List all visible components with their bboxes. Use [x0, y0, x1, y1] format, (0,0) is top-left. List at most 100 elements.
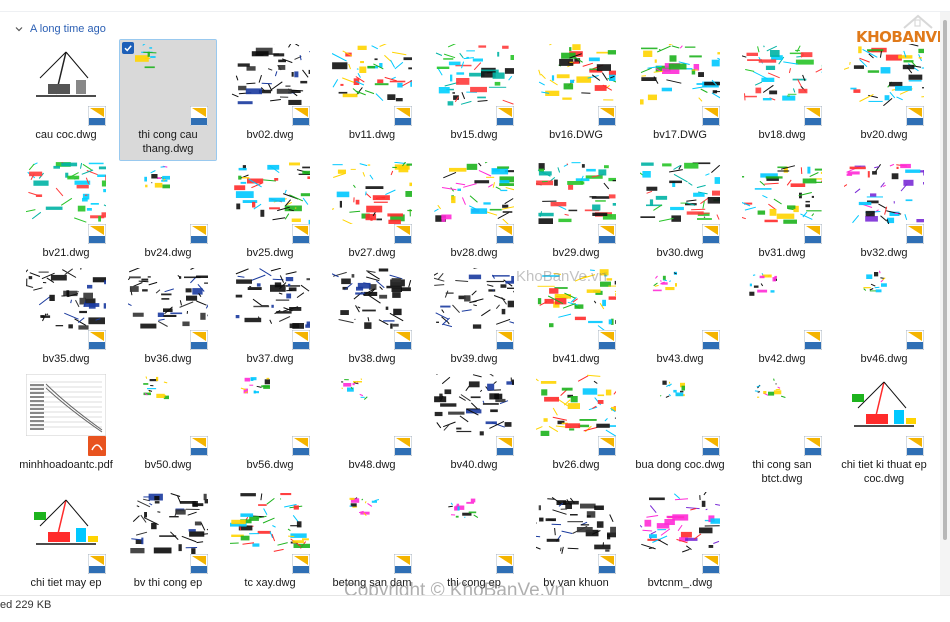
scrollbar-thumb[interactable]	[943, 20, 947, 540]
dwg-file-icon	[496, 106, 514, 126]
vertical-scrollbar[interactable]	[940, 12, 950, 607]
file-item[interactable]: bv27.dwg	[324, 158, 420, 278]
file-name: bv11.dwg	[348, 129, 396, 141]
file-item[interactable]: bv36.dwg	[120, 264, 216, 384]
dwg-thumbnail	[34, 499, 98, 545]
file-item[interactable]: bv48.dwg	[324, 370, 420, 490]
file-item[interactable]: bv21.dwg	[18, 158, 114, 278]
checkmark-icon	[124, 45, 132, 52]
file-item[interactable]: bv20.dwg	[836, 40, 932, 160]
dwg-file-icon	[190, 554, 208, 574]
dwg-thumbnail	[341, 378, 368, 400]
file-name: bv28.dwg	[450, 247, 498, 259]
file-item[interactable]: bv46.dwg	[836, 264, 932, 384]
file-item[interactable]: bv16.DWG	[528, 40, 624, 160]
dwg-thumbnail	[130, 44, 157, 69]
file-name: bv43.dwg	[656, 353, 704, 365]
file-item[interactable]: cau coc.dwg	[18, 40, 114, 160]
dwg-thumbnail	[640, 44, 720, 105]
dwg-file-icon	[394, 330, 412, 350]
dwg-thumbnail	[26, 162, 106, 223]
dwg-file-icon	[906, 436, 924, 456]
dwg-file-icon	[598, 106, 616, 126]
file-name: minhhoadoantc.pdf	[19, 459, 113, 471]
dwg-file-icon	[394, 224, 412, 244]
file-item[interactable]: bv38.dwg	[324, 264, 420, 384]
file-item[interactable]: bv39.dwg	[426, 264, 522, 384]
file-item[interactable]: bv40.dwg	[426, 370, 522, 490]
dwg-file-icon	[394, 554, 412, 574]
dwg-file-icon	[190, 224, 208, 244]
file-name: bv15.dwg	[450, 129, 498, 141]
file-item[interactable]: bv17.DWG	[632, 40, 728, 160]
file-item[interactable]: bv thi cong ep	[120, 488, 216, 608]
file-item[interactable]: bv30.dwg	[632, 158, 728, 278]
status-text: ed 229 KB	[0, 599, 52, 611]
file-item[interactable]: chi tiet ki thuat ep coc.dwg	[836, 370, 932, 490]
file-item[interactable]: bv25.dwg	[222, 158, 318, 278]
file-name: thi cong san btct.dwg	[752, 459, 812, 485]
file-item[interactable]: bv41.dwg	[528, 264, 624, 384]
file-name: bv46.dwg	[860, 353, 908, 365]
file-name: bv41.dwg	[552, 353, 600, 365]
file-item[interactable]: bv26.dwg	[528, 370, 624, 490]
file-item[interactable]: minhhoadoantc.pdf	[18, 370, 114, 490]
group-header-label: A long time ago	[30, 23, 106, 35]
dwg-thumbnail	[538, 44, 616, 101]
file-item[interactable]: bv28.dwg	[426, 158, 522, 278]
file-item[interactable]: bv18.dwg	[734, 40, 830, 160]
dwg-thumbnail	[536, 162, 616, 224]
file-item[interactable]: tc xay.dwg	[222, 488, 318, 608]
dwg-thumbnail	[128, 268, 208, 329]
file-item[interactable]: bv11.dwg	[324, 40, 420, 160]
file-item[interactable]: chi tiet may ep	[18, 488, 114, 608]
file-item[interactable]: bv29.dwg	[528, 158, 624, 278]
file-item[interactable]: bv02.dwg	[222, 40, 318, 160]
dwg-file-icon	[190, 330, 208, 350]
file-name: bv02.dwg	[246, 129, 294, 141]
dwg-file-icon	[906, 106, 924, 126]
dwg-file-icon	[496, 330, 514, 350]
file-item[interactable]: bua dong coc.dwg	[632, 370, 728, 490]
dwg-file-icon	[292, 224, 310, 244]
file-name: bv25.dwg	[246, 247, 294, 259]
dwg-file-icon	[702, 330, 720, 350]
file-name: bv16.DWG	[549, 129, 603, 141]
group-header[interactable]: A long time ago	[14, 22, 106, 36]
dwg-file-icon	[496, 554, 514, 574]
file-item[interactable]: thi cong ep	[426, 488, 522, 608]
file-item[interactable]: bvtcnm_.dwg	[632, 488, 728, 608]
file-item[interactable]: bv37.dwg	[222, 264, 318, 384]
file-item[interactable]: bv31.dwg	[734, 158, 830, 278]
dwg-thumbnail	[852, 381, 916, 427]
file-name: bv21.dwg	[42, 247, 90, 259]
file-item[interactable]: bv56.dwg	[222, 370, 318, 490]
file-item[interactable]: bv24.dwg	[120, 158, 216, 278]
status-bar: ed 229 KB	[0, 595, 950, 622]
file-item[interactable]: bv43.dwg	[632, 264, 728, 384]
chevron-down-icon[interactable]	[14, 24, 24, 34]
dwg-file-icon	[702, 436, 720, 456]
file-name: bv18.dwg	[758, 129, 806, 141]
dwg-file-icon	[292, 106, 310, 126]
file-name: tc xay.dwg	[244, 577, 296, 589]
file-item[interactable]: bv35.dwg	[18, 264, 114, 384]
file-item[interactable]: betong san dam	[324, 488, 420, 608]
file-item[interactable]: bv32.dwg	[836, 158, 932, 278]
file-item[interactable]: bv van khuon	[528, 488, 624, 608]
file-item[interactable]: thi cong san btct.dwg	[734, 370, 830, 490]
file-item[interactable]: bv50.dwg	[120, 370, 216, 490]
dwg-thumbnail	[659, 380, 685, 398]
selection-checkbox[interactable]	[122, 42, 134, 54]
file-name: thi cong ep	[447, 577, 501, 589]
file-name: bv32.dwg	[860, 247, 908, 259]
dwg-thumbnail	[537, 269, 616, 330]
file-item[interactable]: bv15.dwg	[426, 40, 522, 160]
file-item[interactable]: thi cong cau thang.dwg	[119, 39, 217, 161]
dwg-thumbnail	[349, 497, 380, 517]
file-item[interactable]: bv42.dwg	[734, 264, 830, 384]
dwg-file-icon	[88, 554, 106, 574]
file-name: thi cong cau thang.dwg	[138, 129, 198, 155]
dwg-file-icon	[598, 330, 616, 350]
dwg-file-icon	[292, 330, 310, 350]
